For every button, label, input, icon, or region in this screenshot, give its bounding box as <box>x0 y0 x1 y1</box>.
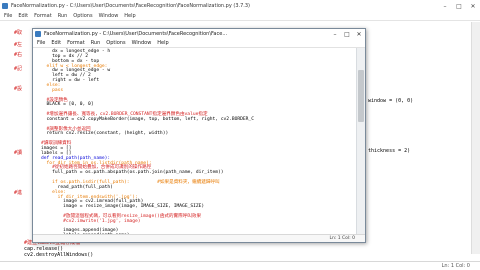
code-line: full_path = os.path.abspath(os.path.join… <box>41 170 224 176</box>
background-status-bar: Ln: 1 Col: 0 <box>0 261 480 270</box>
code-line: thickness = 2) <box>368 148 411 154</box>
foreground-cursor-position: Ln: 1 Col: 0 <box>329 236 355 241</box>
menu-options[interactable]: Options <box>106 40 125 46</box>
code-line: #右 <box>14 52 23 58</box>
menu-edit[interactable]: Edit <box>18 13 28 19</box>
python-icon <box>35 31 41 37</box>
menu-help[interactable]: Help <box>124 13 135 19</box>
foreground-status-bar: Ln: 1 Col: 0 <box>33 234 365 242</box>
minimize-icon[interactable]: – <box>329 31 341 38</box>
foreground-scrollbar[interactable] <box>356 48 365 234</box>
code-line: image = resize_image(image, IMAGE_SIZE, … <box>41 204 205 210</box>
background-title-bar: FaceNormalization.py - C:\Users\User\Doc… <box>0 0 480 12</box>
background-title-text: FaceNormalization.py - C:\Users\User\Doc… <box>11 3 250 9</box>
foreground-editor-window: FaceNormalization.py - C:\Users\User\Doc… <box>32 28 366 243</box>
code-line: BLACK = [0, 0, 0] <box>41 102 94 108</box>
code-line: cv2.destroyAllWindows() <box>24 252 94 258</box>
menu-window[interactable]: Window <box>132 40 152 46</box>
foreground-menu-bar: File Edit Format Run Options Window Help <box>33 39 365 48</box>
menu-file[interactable]: File <box>4 13 12 19</box>
code-line: #取 <box>14 30 23 36</box>
background-window-controls: – □ ✕ <box>438 0 480 12</box>
close-icon[interactable]: ✕ <box>466 0 480 12</box>
close-icon[interactable]: ✕ <box>353 31 365 38</box>
code-line: pass <box>41 87 64 93</box>
background-cursor-position: Ln: 1 Col: 0 <box>441 263 470 269</box>
menu-format[interactable]: Format <box>67 40 85 46</box>
code-line: #cv2.imwrite('1.jpg', image) <box>41 218 141 224</box>
menu-help[interactable]: Help <box>157 40 168 46</box>
code-line: #進 <box>14 190 23 196</box>
background-scrollbar[interactable] <box>471 22 480 254</box>
menu-run[interactable]: Run <box>58 13 68 19</box>
foreground-title-text: FaceNormalization.py - C:\Users\User\Doc… <box>44 31 228 37</box>
minimize-icon[interactable]: – <box>438 0 452 12</box>
foreground-code-area[interactable]: dx = longest_edge - h top = dx // 2 bott… <box>33 48 356 234</box>
code-line: #設 <box>14 86 23 92</box>
foreground-title-bar: FaceNormalization.py - C:\Users\User\Doc… <box>33 29 365 39</box>
foreground-window-controls: – □ ✕ <box>329 31 365 38</box>
maximize-icon[interactable]: □ <box>452 0 466 12</box>
menu-format[interactable]: Format <box>34 13 52 19</box>
background-menu-bar: File Edit Format Run Options Window Help <box>0 12 480 21</box>
menu-options[interactable]: Options <box>73 13 92 19</box>
code-line: constant = cv2.copyMakeBorder(image, top… <box>41 116 254 122</box>
python-icon <box>2 3 8 9</box>
menu-edit[interactable]: Edit <box>51 40 61 46</box>
maximize-icon[interactable]: □ <box>341 31 353 38</box>
menu-file[interactable]: File <box>37 40 45 46</box>
code-line: #讀 <box>14 150 23 156</box>
code-line: #左 <box>14 42 23 48</box>
menu-run[interactable]: Run <box>91 40 101 46</box>
code-line: #記 <box>14 66 23 72</box>
scrollbar-thumb[interactable] <box>358 70 364 122</box>
menu-window[interactable]: Window <box>99 13 119 19</box>
code-line: window = (0, 0) <box>368 98 414 104</box>
code-line: return cv2.resize(constant, (height, wid… <box>41 131 169 137</box>
